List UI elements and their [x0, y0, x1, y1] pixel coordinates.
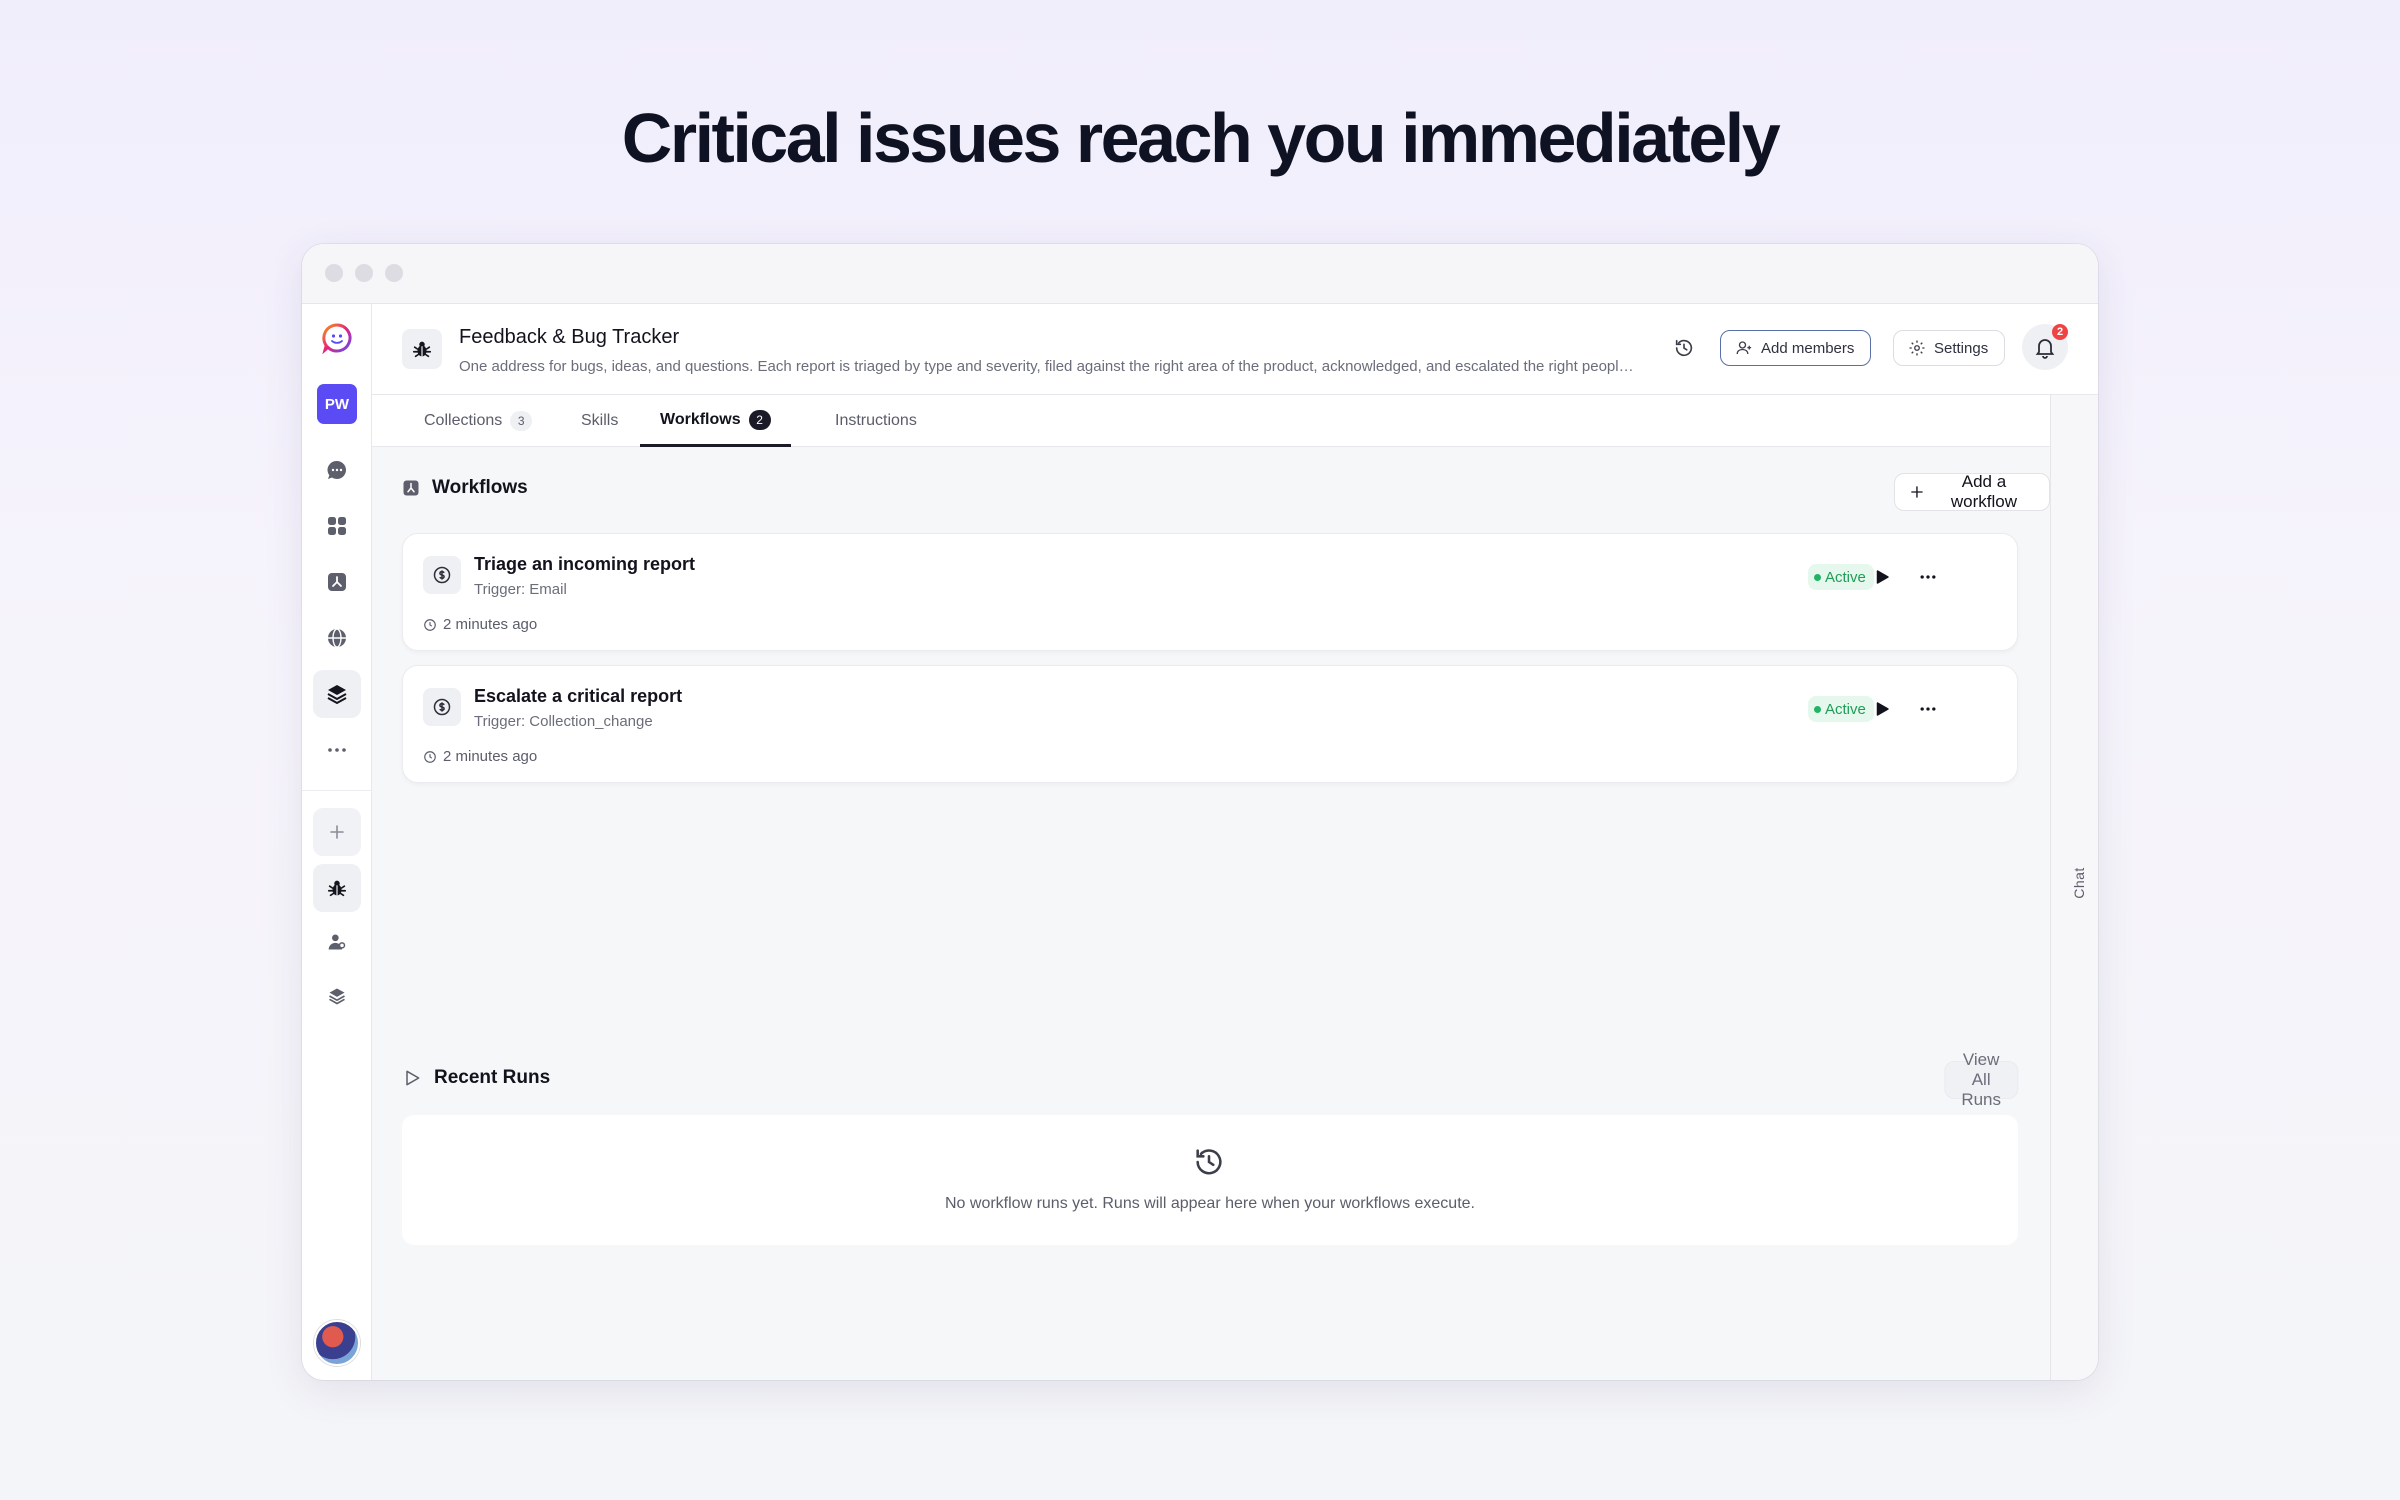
tab-label: Skills — [581, 412, 619, 429]
workflow-trigger: Trigger: Collection_change — [474, 713, 653, 730]
run-workflow-button[interactable] — [1867, 562, 1897, 592]
add-members-button[interactable]: Add members — [1720, 330, 1872, 366]
stack-icon[interactable] — [313, 972, 361, 1020]
add-members-label: Add members — [1761, 339, 1855, 357]
notifications-button[interactable]: 2 — [2022, 324, 2068, 370]
more-icon — [1920, 575, 1936, 579]
play-icon — [1876, 570, 1889, 584]
workflow-more-button[interactable] — [1913, 562, 1943, 592]
workflows-icon[interactable] — [313, 558, 361, 606]
project-description: One address for bugs, ideas, and questio… — [459, 358, 1639, 375]
workflows-heading-text: Workflows — [432, 477, 528, 498]
play-outline-icon — [406, 1070, 420, 1086]
workflow-more-button[interactable] — [1913, 694, 1943, 724]
workflow-time-text: 2 minutes ago — [443, 616, 538, 633]
clock-icon — [424, 750, 436, 763]
workflow-title: Triage an incoming report — [474, 554, 696, 574]
status-dot — [1814, 705, 1821, 713]
tab-count-badge: 3 — [510, 411, 533, 431]
workflow-card[interactable]: Escalate a critical report Trigger: Coll… — [402, 665, 2018, 783]
tab-collections[interactable]: Collections 3 — [404, 395, 552, 447]
project-title: Feedback & Bug Tracker — [459, 326, 680, 348]
apps-icon[interactable] — [313, 502, 361, 550]
recent-runs-heading-text: Recent Runs — [434, 1067, 551, 1088]
view-all-runs-button[interactable]: View All Runs — [1944, 1050, 2018, 1109]
more-icon[interactable] — [313, 726, 361, 774]
tab-label: Instructions — [835, 412, 917, 429]
workflow-title: Escalate a critical report — [474, 686, 683, 706]
tab-count-badge: 2 — [748, 409, 771, 430]
plus-icon — [1911, 486, 1923, 498]
settings-button[interactable]: Settings — [1893, 330, 2006, 366]
tab-instructions[interactable]: Instructions — [815, 395, 937, 447]
notification-count-badge: 2 — [2052, 324, 2068, 340]
tab-skills[interactable]: Skills — [561, 395, 638, 447]
add-workflow-button[interactable]: Add a workflow — [1894, 472, 2050, 511]
recent-runs-empty-state: No workflow runs yet. Runs will appear h… — [402, 1115, 2018, 1245]
add-icon[interactable] — [313, 808, 361, 856]
app-window: PW Feedback & Bug Tracker One address fo… — [302, 244, 2098, 1380]
workflow-trigger: Trigger: Email — [474, 581, 567, 598]
bell-icon — [2035, 339, 2055, 359]
user-avatar[interactable] — [314, 1320, 360, 1366]
settings-label: Settings — [1934, 339, 1989, 357]
dollar-circle-icon — [423, 688, 461, 726]
chat-panel-label[interactable]: Chat — [2071, 867, 2087, 899]
window-minimize-dot[interactable] — [355, 264, 373, 282]
people-icon[interactable] — [313, 918, 361, 966]
add-workflow-label: Add a workflow — [1950, 472, 2018, 511]
history-icon — [1196, 1149, 1222, 1175]
bug-icon[interactable] — [313, 864, 361, 912]
history-icon[interactable] — [1668, 332, 1700, 364]
tab-bar: Collections 3 Skills Workflows 2 Instruc… — [372, 395, 2050, 447]
status-badge: Active — [1808, 564, 1874, 590]
workspace-avatar[interactable]: PW — [317, 384, 357, 424]
more-icon — [1920, 707, 1936, 711]
window-zoom-dot[interactable] — [385, 264, 403, 282]
gear-icon — [1909, 340, 1925, 356]
status-text: Active — [1825, 700, 1866, 718]
left-rail: PW — [302, 304, 372, 1380]
status-text: Active — [1825, 568, 1866, 586]
workflows-icon — [403, 480, 419, 496]
bug-icon — [402, 329, 442, 369]
status-dot — [1814, 573, 1821, 581]
empty-state-text: No workflow runs yet. Runs will appear h… — [944, 1195, 1475, 1212]
play-icon — [1876, 702, 1889, 716]
layers-icon[interactable] — [313, 670, 361, 718]
tab-label: Collections — [424, 412, 503, 429]
run-workflow-button[interactable] — [1867, 694, 1897, 724]
tab-label: Workflows — [660, 410, 741, 428]
logo-icon[interactable] — [313, 314, 361, 362]
chat-side-panel[interactable]: Chat — [2050, 395, 2098, 1380]
window-titlebar — [302, 244, 2098, 304]
person-plus-icon — [1736, 341, 1752, 355]
main-content: Workflows Add a workflow Triage an incom… — [372, 447, 2050, 1380]
workflows-section-heading: Workflows — [402, 477, 528, 499]
workflow-card[interactable]: Triage an incoming report Trigger: Email… — [402, 533, 2018, 651]
recent-runs-heading: Recent Runs — [402, 1067, 550, 1089]
rail-divider — [302, 790, 372, 791]
workflow-time-text: 2 minutes ago — [443, 748, 538, 765]
status-badge: Active — [1808, 696, 1874, 722]
project-header: Feedback & Bug Tracker One address for b… — [372, 304, 2098, 395]
workflow-timestamp: 2 minutes ago — [423, 748, 537, 765]
chat-icon[interactable] — [313, 446, 361, 494]
hero-title: Critical issues reach you immediately — [621, 99, 1781, 177]
clock-icon — [424, 618, 436, 631]
tab-workflows[interactable]: Workflows 2 — [640, 395, 791, 447]
window-close-dot[interactable] — [325, 264, 343, 282]
dollar-circle-icon — [423, 556, 461, 594]
globe-icon[interactable] — [313, 614, 361, 662]
workflow-timestamp: 2 minutes ago — [423, 616, 537, 633]
